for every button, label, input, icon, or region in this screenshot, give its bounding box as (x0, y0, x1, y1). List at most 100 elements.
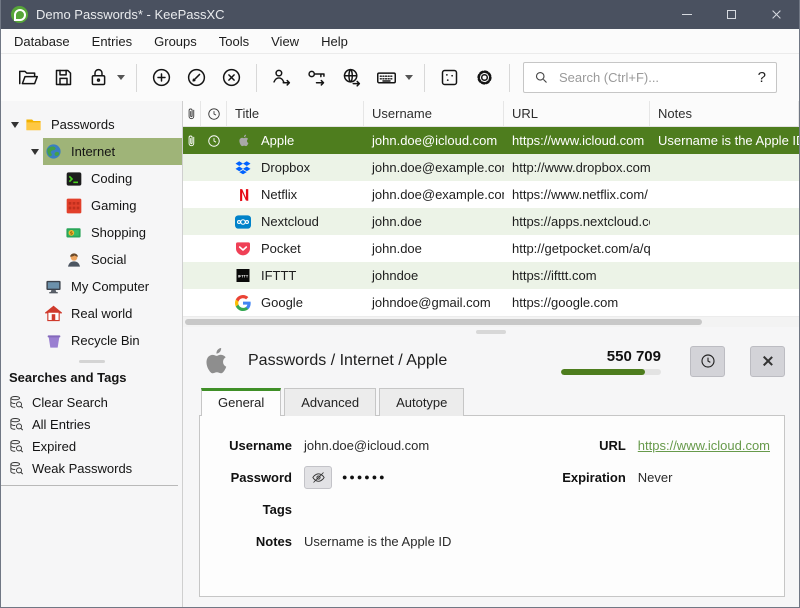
totp-button[interactable] (690, 346, 725, 377)
keyboard-icon (376, 67, 397, 88)
expander-icon[interactable] (27, 149, 43, 155)
maximize-button[interactable] (709, 0, 754, 29)
close-icon (771, 9, 782, 20)
entry-table: Title Username URL Notes Apple john.doe@… (183, 101, 799, 327)
edit-entry-icon (186, 67, 207, 88)
menu-view[interactable]: View (260, 29, 310, 53)
add-entry-button[interactable] (144, 61, 179, 95)
column-totp[interactable] (201, 101, 227, 126)
username-value: john.doe@icloud.com (304, 438, 429, 453)
menu-tools[interactable]: Tools (208, 29, 260, 53)
totp-indicator (201, 134, 227, 148)
column-url[interactable]: URL (504, 101, 650, 126)
search-help-label[interactable]: ? (758, 69, 766, 86)
entry-row-apple[interactable]: Apple john.doe@icloud.com https://www.ic… (183, 127, 799, 154)
lock-dropdown-arrow[interactable] (117, 75, 125, 80)
apple-entry-icon (199, 342, 232, 380)
autotype-dropdown-arrow[interactable] (405, 75, 413, 80)
entry-row-google[interactable]: Google johndoe@gmail.com https://google.… (183, 289, 799, 316)
close-icon (762, 355, 774, 367)
attachment-indicator (183, 134, 201, 148)
sidebar-item-my-computer[interactable]: My Computer (1, 273, 182, 300)
entry-row-pocket[interactable]: Pocket john.doe http://getpocket.com/a/q… (183, 235, 799, 262)
menu-database[interactable]: Database (3, 29, 81, 53)
menu-entries[interactable]: Entries (81, 29, 143, 53)
sidebar-item-social[interactable]: Social (1, 246, 182, 273)
search-box[interactable]: ? (523, 62, 777, 93)
search-item-expired[interactable]: Expired (1, 435, 178, 457)
column-username[interactable]: Username (364, 101, 504, 126)
tags-label: Tags (214, 502, 292, 517)
search-db-icon (9, 439, 24, 454)
copy-password-button[interactable] (299, 61, 334, 95)
entry-row-nextcloud[interactable]: Nextcloud john.doe https://apps.nextclou… (183, 208, 799, 235)
search-item-all-entries[interactable]: All Entries (1, 413, 178, 435)
menu-groups[interactable]: Groups (143, 29, 208, 53)
minimize-button[interactable] (664, 0, 709, 29)
open-url-button[interactable] (334, 61, 369, 95)
sidebar-item-recycle-bin[interactable]: Recycle Bin (1, 327, 182, 354)
save-database-button[interactable] (46, 61, 81, 95)
sidebar-item-real-world[interactable]: Real world (1, 300, 182, 327)
username-label: Username (214, 438, 292, 453)
toolbar-separator (509, 64, 510, 92)
menu-help[interactable]: Help (310, 29, 359, 53)
edit-entry-button[interactable] (179, 61, 214, 95)
copy-username-button[interactable] (264, 61, 299, 95)
settings-button[interactable] (467, 61, 502, 95)
searches-and-tags: Searches and Tags Clear Search All Entri… (1, 368, 178, 486)
totp-code: 550 709 (607, 348, 661, 365)
autotype-button[interactable] (369, 61, 404, 95)
column-title[interactable]: Title (227, 101, 364, 126)
sidebar-item-coding[interactable]: Coding (1, 165, 182, 192)
monitor-icon (45, 278, 62, 295)
minimize-icon (682, 14, 692, 15)
key-arrow-icon (306, 67, 327, 88)
column-attachment[interactable] (183, 101, 201, 126)
toolbar-separator (136, 64, 137, 92)
save-icon (53, 67, 74, 88)
gaming-icon (65, 197, 82, 214)
entry-row-ifttt[interactable]: IFTTT IFTTT johndoe https://ifttt.com (183, 262, 799, 289)
sidebar-item-internet[interactable]: Internet (1, 138, 182, 165)
dice-icon (439, 67, 460, 88)
expander-icon[interactable] (7, 122, 23, 128)
panel-splitter[interactable] (183, 327, 799, 337)
search-db-icon (9, 461, 24, 476)
globe-icon (45, 143, 62, 160)
horizontal-scrollbar[interactable] (183, 316, 799, 327)
folder-icon (25, 116, 42, 133)
google-favicon (235, 295, 251, 311)
dropbox-favicon (235, 160, 251, 176)
title-bar: Demo Passwords* - KeePassXC (1, 0, 799, 29)
password-masked-value: ●●●●●● (342, 472, 387, 482)
open-folder-icon (18, 67, 39, 88)
open-database-button[interactable] (11, 61, 46, 95)
close-button[interactable] (754, 0, 799, 29)
search-item-weak-passwords[interactable]: Weak Passwords (1, 457, 178, 479)
nextcloud-favicon (235, 214, 251, 230)
apple-favicon (235, 133, 251, 149)
password-generator-button[interactable] (432, 61, 467, 95)
entry-row-netflix[interactable]: Netflix john.doe@example.com https://www… (183, 181, 799, 208)
sidebar-item-passwords[interactable]: Passwords (1, 111, 182, 138)
entry-row-dropbox[interactable]: Dropbox john.doe@example.com http://www.… (183, 154, 799, 181)
column-notes[interactable]: Notes (650, 101, 799, 126)
scrollbar-thumb[interactable] (185, 319, 702, 325)
tab-general[interactable]: General (201, 388, 281, 416)
tab-autotype[interactable]: Autotype (379, 388, 464, 416)
search-input[interactable] (557, 69, 750, 86)
url-link[interactable]: https://www.icloud.com (638, 438, 770, 453)
sidebar-item-shopping[interactable]: $ Shopping (1, 219, 182, 246)
sidebar-item-gaming[interactable]: Gaming (1, 192, 182, 219)
search-item-clear-search[interactable]: Clear Search (1, 391, 178, 413)
toolbar: ? (1, 54, 799, 101)
sidebar-splitter[interactable] (1, 354, 182, 368)
toolbar-separator (256, 64, 257, 92)
delete-entry-button[interactable] (214, 61, 249, 95)
keepassxc-window: Demo Passwords* - KeePassXC Database Ent… (0, 0, 800, 608)
lock-database-button[interactable] (81, 61, 116, 95)
close-preview-button[interactable] (750, 346, 785, 377)
toggle-password-button[interactable] (304, 466, 332, 489)
tab-advanced[interactable]: Advanced (284, 388, 376, 416)
